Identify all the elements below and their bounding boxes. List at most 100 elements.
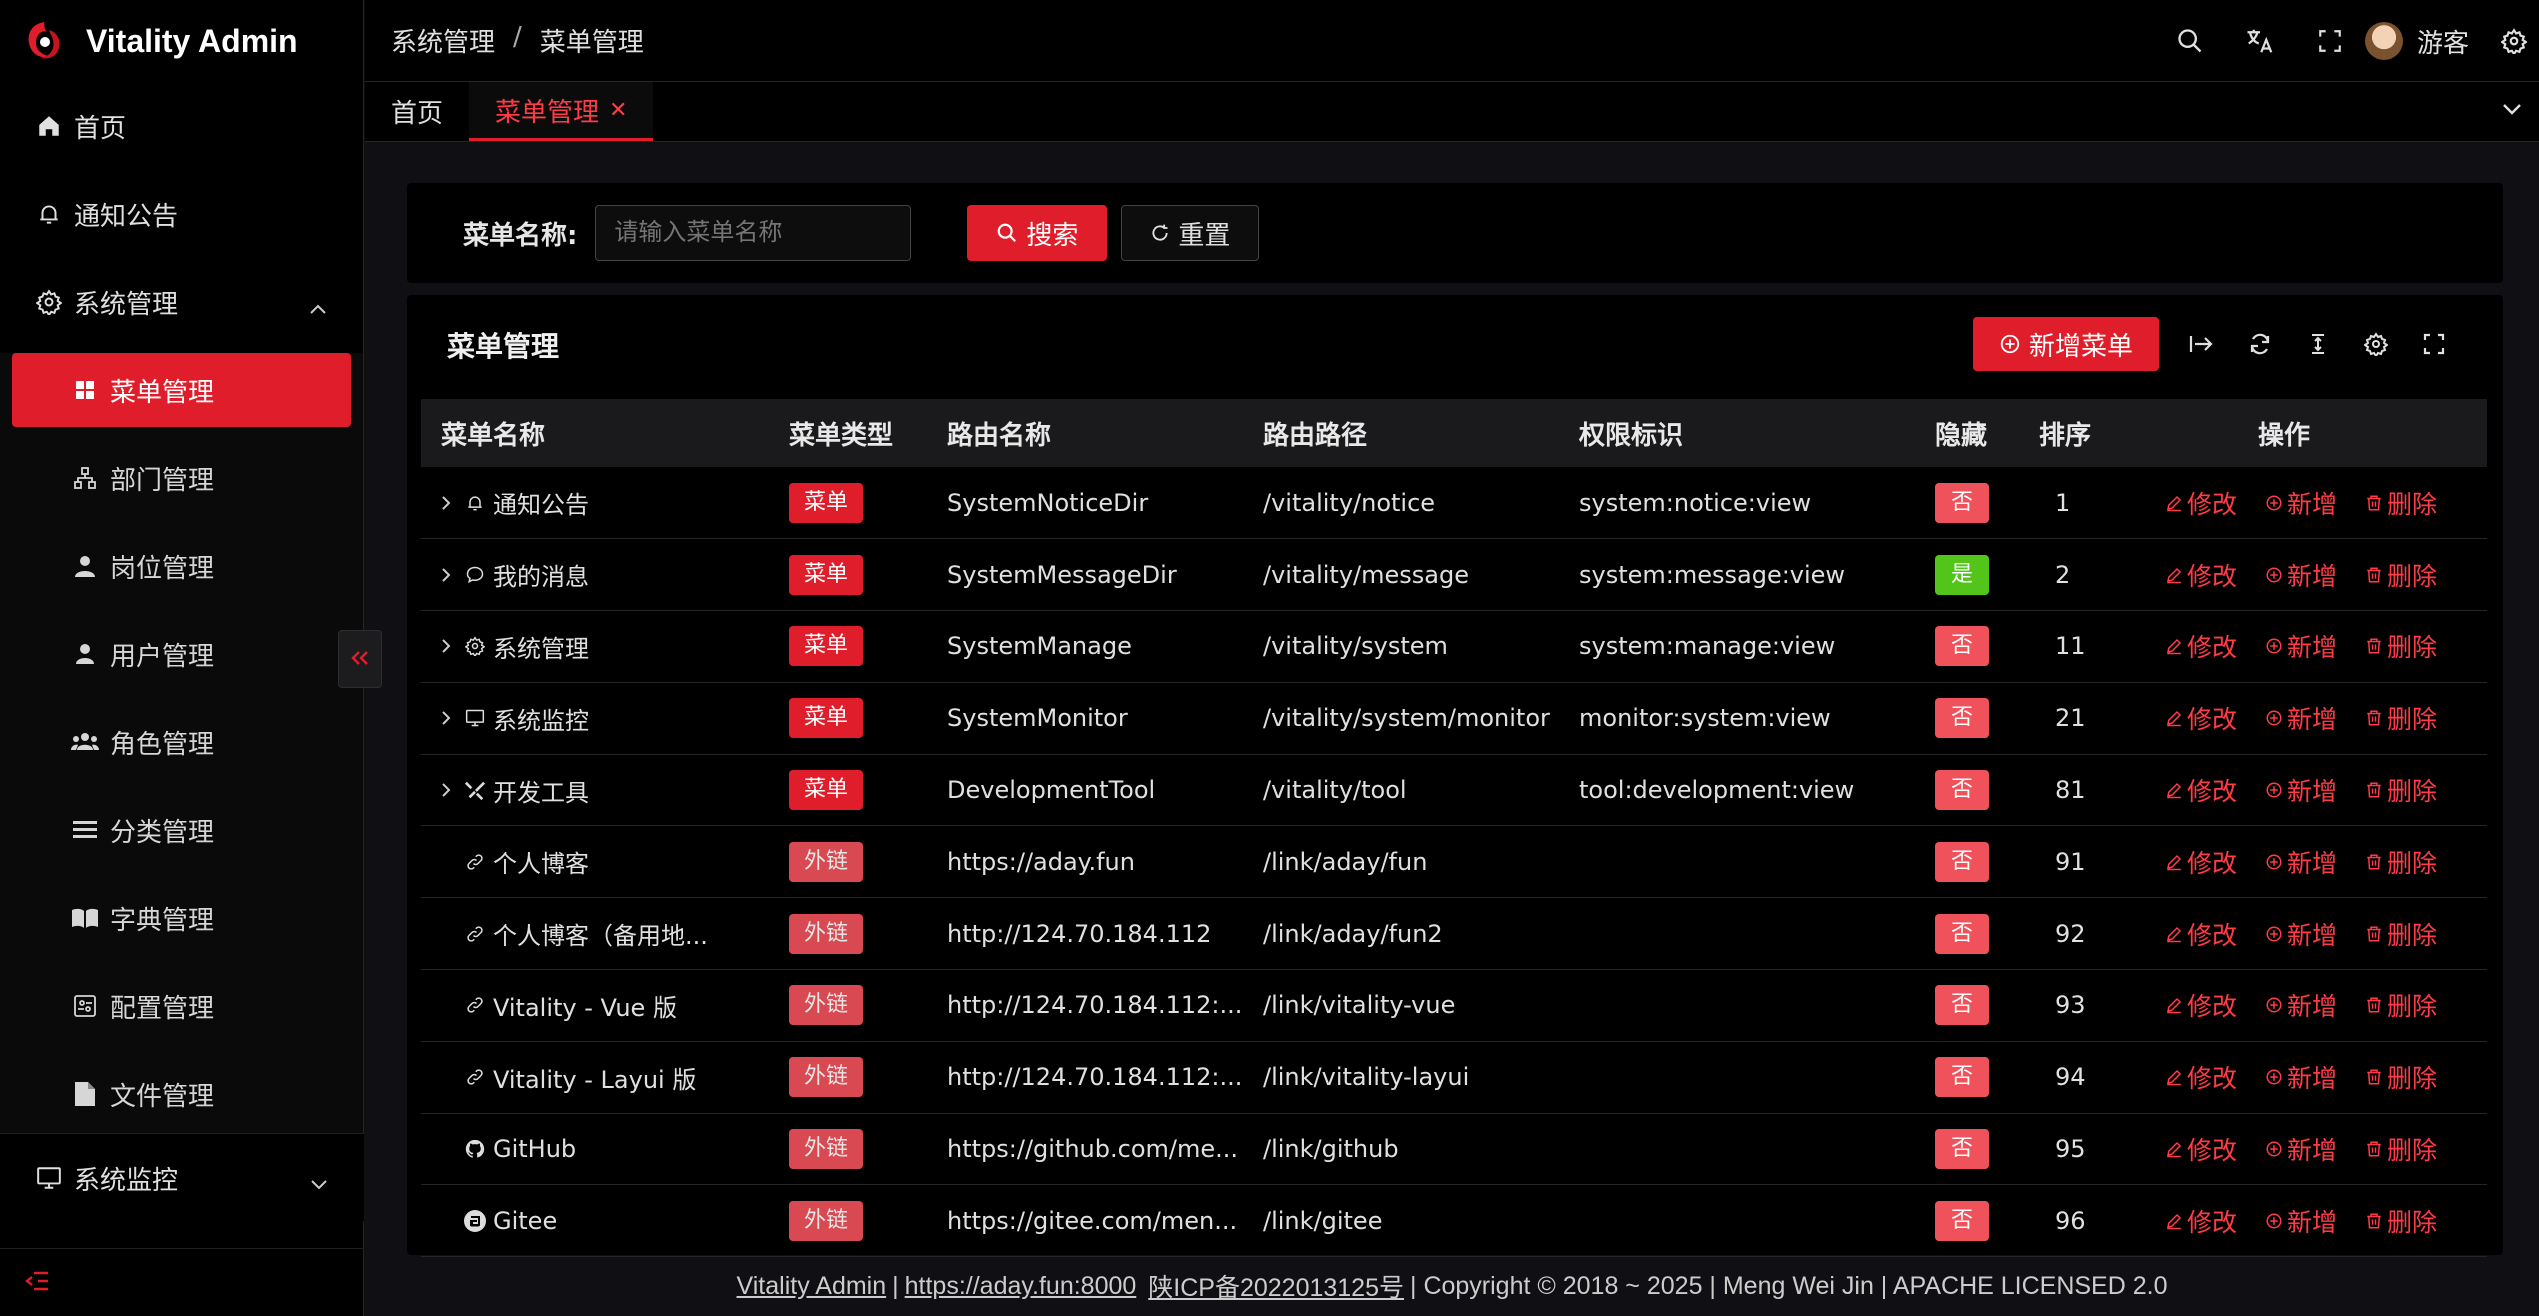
add-child-button[interactable]: 新增 [2265,916,2337,952]
route-path-cell: /vitality/tool [1263,776,1407,805]
plus-circle-icon [2265,709,2287,727]
footer-icp-link[interactable]: 陕ICP备2022013125号 [1148,1268,1404,1304]
add-child-button[interactable]: 新增 [2265,844,2337,880]
expand-collapse-icon[interactable] [2173,317,2231,371]
add-child-button[interactable]: 新增 [2265,485,2337,521]
edit-button[interactable]: 修改 [2165,557,2237,593]
sort-cell: 93 [2055,991,2086,1020]
refresh-icon[interactable] [2231,317,2289,371]
sidebar-item-role[interactable]: 角色管理 [0,698,363,786]
add-child-button[interactable]: 新增 [2265,557,2337,593]
close-icon[interactable]: ✕ [609,98,627,123]
sidebar-item-dept[interactable]: 部门管理 [0,434,363,522]
expand-arrow-icon[interactable] [431,567,461,583]
reset-button[interactable]: 重置 [1121,205,1260,261]
sidebar-item-dict[interactable]: 字典管理 [0,874,363,962]
sidebar-group-system[interactable]: 系统管理 [0,258,363,346]
add-child-button[interactable]: 新增 [2265,772,2337,808]
delete-button[interactable]: 删除 [2365,1131,2437,1167]
hidden-status-badge: 否 [1935,698,1989,739]
search-button[interactable]: 搜索 [967,205,1108,261]
translate-icon[interactable] [2225,0,2295,82]
delete-button[interactable]: 删除 [2365,916,2437,952]
chevron-down-icon[interactable] [2501,98,2523,124]
sidebar-item-config[interactable]: 配置管理 [0,962,363,1050]
fullscreen-icon[interactable] [2405,317,2463,371]
brand[interactable]: Vitality Admin [0,0,363,82]
footer-app-link[interactable]: Vitality Admin [737,1272,887,1301]
delete-button[interactable]: 删除 [2365,1059,2437,1095]
search-icon[interactable] [2155,0,2225,82]
edit-button[interactable]: 修改 [2165,700,2237,736]
trash-icon [2365,566,2387,584]
sidebar-item-file[interactable]: 文件管理 [0,1050,363,1138]
add-child-button[interactable]: 新增 [2265,1203,2337,1239]
avatar[interactable] [2364,22,2403,60]
edit-icon [2165,1140,2187,1158]
add-child-button[interactable]: 新增 [2265,987,2337,1023]
delete-button[interactable]: 删除 [2365,1203,2437,1239]
expand-arrow-icon[interactable] [431,638,461,654]
edit-button[interactable]: 修改 [2165,628,2237,664]
add-label: 新增 [2287,1136,2338,1166]
edit-button[interactable]: 修改 [2165,844,2237,880]
tab-menu-manage[interactable]: 菜单管理 ✕ [469,82,654,141]
delete-label: 删除 [2387,1207,2438,1237]
sidebar-item-user[interactable]: 用户管理 [0,610,363,698]
edit-button[interactable]: 修改 [2165,916,2237,952]
menu-name-search-input[interactable] [595,205,912,261]
list-icon [70,815,100,845]
sidebar-item-category[interactable]: 分类管理 [0,786,363,874]
sidebar-item-post[interactable]: 岗位管理 [0,522,363,610]
table-row: Gitee 外链 https://gitee.com/men... /link/git… [421,1185,2487,1257]
delete-button[interactable]: 删除 [2365,844,2437,880]
table-row: GitHub 外链 https://github.com/me... /link/gi… [421,1113,2487,1185]
delete-button[interactable]: 删除 [2365,485,2437,521]
sidebar-item-menu-manage[interactable]: 菜单管理 [12,353,351,427]
edit-button[interactable]: 修改 [2165,772,2237,808]
hidden-status-badge: 否 [1935,770,1989,811]
permission-cell: system:notice:view [1579,488,1812,517]
edit-button[interactable]: 修改 [2165,987,2237,1023]
delete-button[interactable]: 删除 [2365,772,2437,808]
breadcrumb-item[interactable]: 系统管理 [391,22,495,59]
table-row: 我的消息 菜单 SystemMessageDir/vitality/message s… [421,539,2487,611]
add-label: 新增 [2287,848,2338,878]
sidebar-collapse-toggle[interactable] [0,1248,364,1316]
delete-button[interactable]: 删除 [2365,557,2437,593]
tab-home[interactable]: 首页 [365,82,469,141]
route-name-cell: https://github.com/me... [947,1135,1238,1164]
expand-arrow-icon[interactable] [431,782,461,798]
sidebar-item-label: 首页 [74,113,127,144]
sidebar-group-monitor[interactable]: 系统监控 [0,1133,364,1221]
delete-button[interactable]: 删除 [2365,987,2437,1023]
delete-button[interactable]: 删除 [2365,628,2437,664]
edit-button[interactable]: 修改 [2165,1203,2237,1239]
expand-arrow-icon[interactable] [431,710,461,726]
settings-gear-icon[interactable] [2489,0,2539,82]
settings-icon[interactable] [2347,317,2405,371]
link-icon [461,1068,489,1086]
expand-arrow-icon[interactable] [431,495,461,511]
sidebar-group-monitor-row[interactable]: 系统监控 [0,1134,364,1222]
add-child-button[interactable]: 新增 [2265,628,2337,664]
add-child-button[interactable]: 新增 [2265,700,2337,736]
add-child-button[interactable]: 新增 [2265,1059,2337,1095]
delete-label: 删除 [2387,1064,2438,1094]
fullscreen-icon[interactable] [2295,0,2365,82]
sidebar-collapse-button[interactable] [338,630,382,688]
sidebar-item-label: 字典管理 [110,905,215,936]
sidebar-item-notice[interactable]: 通知公告 [0,170,363,258]
footer-site-link[interactable]: https://aday.fun:8000 [905,1272,1137,1301]
hidden-status-badge: 是 [1935,554,1989,595]
sidebar-item-home[interactable]: 首页 [0,82,363,170]
main-content: 菜单名称: 搜索 重置 菜单管理 [365,143,2539,1316]
edit-button[interactable]: 修改 [2165,1059,2237,1095]
username[interactable]: 游客 [2417,23,2469,60]
column-height-icon[interactable] [2289,317,2347,371]
edit-button[interactable]: 修改 [2165,485,2237,521]
add-child-button[interactable]: 新增 [2265,1131,2337,1167]
add-menu-button[interactable]: 新增菜单 [1973,317,2159,371]
delete-button[interactable]: 删除 [2365,700,2437,736]
edit-button[interactable]: 修改 [2165,1131,2237,1167]
